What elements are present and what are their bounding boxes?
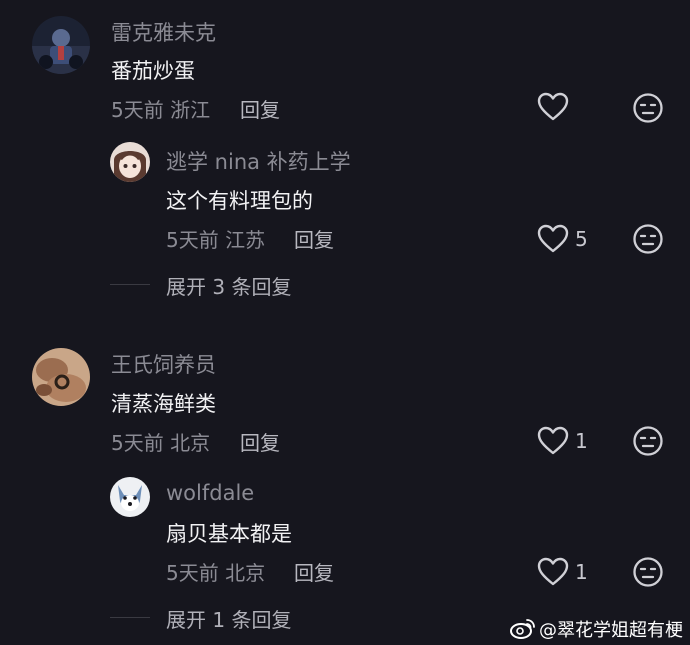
username[interactable]: 王氏饲养员: [111, 349, 216, 379]
comment-text: 这个有料理包的: [166, 189, 313, 213]
username[interactable]: 雷克雅未克: [111, 17, 216, 47]
reply-button[interactable]: 回复: [240, 427, 280, 456]
like-count: 1: [575, 429, 588, 453]
divider: [110, 284, 150, 285]
heart-icon[interactable]: [537, 426, 569, 456]
weibo-icon: [510, 617, 536, 639]
wolf-avatar-icon: [110, 477, 150, 517]
comment-meta: 5天前 浙江: [111, 98, 211, 122]
comment-text: 清蒸海鲜类: [111, 392, 216, 416]
meh-face-icon[interactable]: [632, 556, 664, 588]
username[interactable]: wolfdale: [166, 481, 254, 505]
comment-meta: 5天前 北京: [166, 561, 266, 585]
heart-icon[interactable]: [537, 224, 569, 254]
username[interactable]: 逃学 nina 补药上学: [166, 146, 351, 176]
comment-text: 扇贝基本都是: [166, 522, 292, 546]
expand-replies-button[interactable]: 展开 3 条回复: [166, 271, 291, 300]
expand-replies-button[interactable]: 展开 1 条回复: [166, 604, 291, 633]
divider: [110, 617, 150, 618]
heart-icon[interactable]: [537, 92, 569, 122]
avatar[interactable]: [110, 142, 150, 182]
comment-text: 番茄炒蛋: [111, 59, 195, 83]
hands-photo-avatar-icon: [32, 348, 90, 406]
meh-face-icon[interactable]: [632, 92, 664, 124]
meh-face-icon[interactable]: [632, 223, 664, 255]
like-count: 1: [575, 560, 588, 584]
like-count: 5: [575, 227, 588, 251]
meh-face-icon[interactable]: [632, 425, 664, 457]
reply-button[interactable]: 回复: [294, 224, 334, 253]
watermark-text: @翠花学姐超有梗: [539, 620, 683, 641]
comment-meta: 5天前 北京: [111, 431, 211, 455]
anime-girl-avatar-icon: [110, 142, 150, 182]
heart-icon[interactable]: [537, 557, 569, 587]
reply-button[interactable]: 回复: [294, 557, 334, 586]
comment-meta: 5天前 江苏: [166, 228, 266, 252]
reply-button[interactable]: 回复: [240, 94, 280, 123]
avatar[interactable]: [32, 16, 90, 74]
dark-motorcycle-avatar-icon: [32, 16, 90, 74]
avatar[interactable]: [110, 477, 150, 517]
avatar[interactable]: [32, 348, 90, 406]
